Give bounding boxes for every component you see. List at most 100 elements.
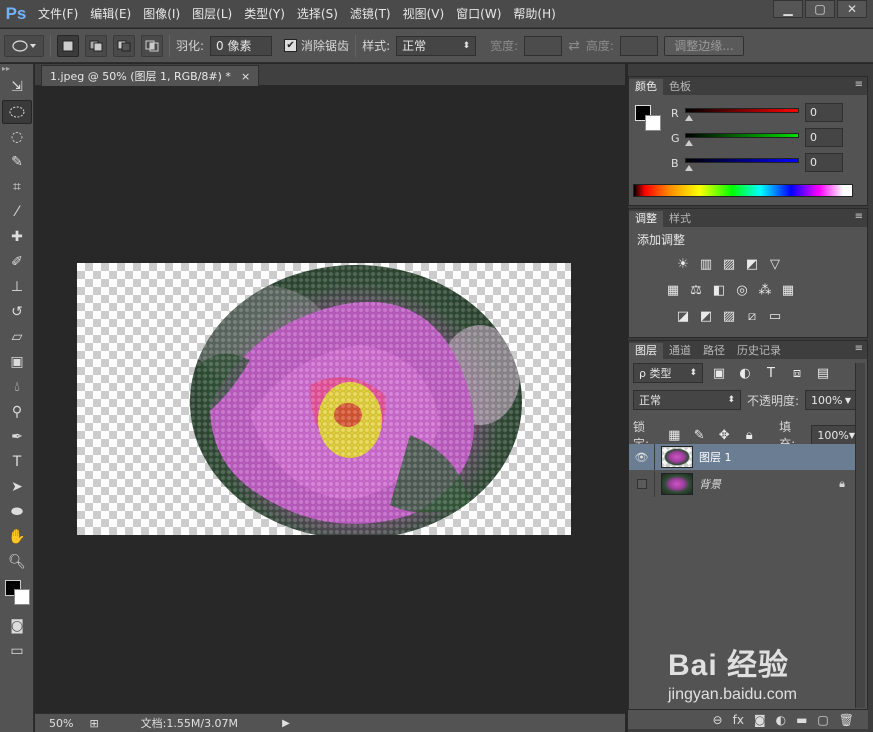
menu-window[interactable]: 窗口(W) <box>450 0 507 28</box>
lock-all-icon[interactable]: 🔒︎ <box>740 426 758 444</box>
lock-pixels-icon[interactable]: ✎ <box>690 426 708 444</box>
channel-mixer-icon[interactable]: ⁂ <box>755 281 775 299</box>
healing-brush-tool-icon[interactable]: ✚ <box>2 225 32 249</box>
curves-icon[interactable]: ▨ <box>719 255 739 273</box>
zoom-tool-icon[interactable]: 🔍︎ <box>2 550 32 574</box>
blue-track[interactable] <box>685 158 799 163</box>
intersect-selection-icon[interactable] <box>141 34 163 57</box>
canvas-area[interactable] <box>35 87 625 713</box>
fill-input[interactable]: 100% ▼ <box>811 425 861 445</box>
image-canvas[interactable] <box>77 263 571 535</box>
lock-position-icon[interactable]: ✥ <box>715 426 733 444</box>
move-tool-icon[interactable]: ⇲ <box>2 75 32 99</box>
visibility-eye-icon[interactable]: 👁︎ <box>629 444 655 470</box>
fx-icon[interactable]: fx <box>733 713 744 727</box>
clone-stamp-tool-icon[interactable]: ⊥ <box>2 275 32 299</box>
tab-color[interactable]: 颜色 <box>629 79 663 95</box>
new-layer-icon[interactable]: ▢ <box>817 713 828 727</box>
antialias-checkbox[interactable]: ✔ 消除锯齿 <box>284 37 349 54</box>
vibrance-icon[interactable]: ▽ <box>765 255 785 273</box>
link-icon[interactable]: ⊖ <box>713 713 723 727</box>
history-brush-tool-icon[interactable]: ↺ <box>2 300 32 324</box>
color-lookup-icon[interactable]: ▦ <box>778 281 798 299</box>
menu-help[interactable]: 帮助(H) <box>507 0 561 28</box>
mask-icon[interactable]: ◙ <box>754 713 766 727</box>
blue-thumb[interactable] <box>685 165 693 171</box>
path-selection-tool-icon[interactable]: ➤ <box>2 475 32 499</box>
zoom-level[interactable]: 50% <box>49 717 73 730</box>
red-value[interactable]: 0 <box>805 103 843 122</box>
panel-menu-icon[interactable]: ≡ <box>855 211 863 222</box>
hue-saturation-icon[interactable]: ▦ <box>663 281 683 299</box>
green-thumb[interactable] <box>685 140 693 146</box>
restore-button[interactable]: ▢ <box>805 0 835 18</box>
opacity-input[interactable]: 100% ▼ <box>805 390 858 410</box>
layer-filter-select[interactable]: ρ 类型 ⬍ <box>633 363 703 383</box>
tab-swatches[interactable]: 色板 <box>663 79 697 95</box>
eyedropper-tool-icon[interactable]: ⁄ <box>2 200 32 224</box>
background-color-swatch[interactable] <box>14 589 30 605</box>
blue-slider[interactable]: B 0 <box>629 153 867 177</box>
levels-icon[interactable]: ▥ <box>696 255 716 273</box>
filter-smart-object-icon[interactable]: ▤ <box>813 364 833 382</box>
invert-icon[interactable]: ◪ <box>673 307 693 325</box>
ellipse-shape-tool-icon[interactable]: ⬬ <box>2 500 32 524</box>
exposure-icon[interactable]: ◩ <box>742 255 762 273</box>
layer-name[interactable]: 背景 <box>699 476 721 492</box>
menu-file[interactable]: 文件(F) <box>32 0 84 28</box>
eraser-tool-icon[interactable]: ▱ <box>2 325 32 349</box>
black-white-icon[interactable]: ◧ <box>709 281 729 299</box>
menu-type[interactable]: 类型(Y) <box>238 0 291 28</box>
adjustment-icon[interactable]: ◐ <box>776 713 786 727</box>
menu-layer[interactable]: 图层(L) <box>186 0 238 28</box>
subtract-selection-icon[interactable] <box>113 34 135 57</box>
add-selection-icon[interactable] <box>85 34 107 57</box>
visibility-toggle-empty-icon[interactable] <box>629 471 655 497</box>
brightness-icon[interactable]: ☀ <box>673 255 693 273</box>
menu-edit[interactable]: 编辑(E) <box>84 0 137 28</box>
status-menu-arrow-icon[interactable]: ▶ <box>282 718 290 729</box>
lasso-tool-icon[interactable]: ◌ <box>2 125 32 149</box>
selective-color-icon[interactable]: ⧄ <box>742 307 762 325</box>
new-selection-icon[interactable] <box>57 34 79 57</box>
photo-filter-icon[interactable]: ◎ <box>732 281 752 299</box>
gradient-tool-icon[interactable]: ▣ <box>2 350 32 374</box>
tab-history[interactable]: 历史记录 <box>731 343 787 359</box>
document-tab[interactable]: 1.jpeg @ 50% (图层 1, RGB/8#) * × <box>41 65 260 86</box>
filter-type-icon[interactable]: T <box>761 364 781 382</box>
color-swatches[interactable] <box>2 578 32 610</box>
threshold-icon[interactable]: ▨ <box>719 307 739 325</box>
red-slider[interactable]: R 0 <box>629 103 867 127</box>
blue-value[interactable]: 0 <box>805 153 843 172</box>
tab-channels[interactable]: 通道 <box>663 343 697 359</box>
width-input[interactable] <box>524 35 563 56</box>
elliptical-marquee-tool-icon[interactable] <box>2 100 32 124</box>
color-balance-icon[interactable]: ⚖ <box>686 281 706 299</box>
tab-styles[interactable]: 样式 <box>663 211 697 227</box>
menu-view[interactable]: 视图(V) <box>397 0 451 28</box>
green-track[interactable] <box>685 133 799 138</box>
close-tab-icon[interactable]: × <box>241 70 250 83</box>
height-input[interactable] <box>619 35 658 56</box>
layer-row[interactable]: 背景 🔒︎ <box>629 471 855 497</box>
panel-menu-icon[interactable]: ≡ <box>855 79 863 90</box>
blend-mode-select[interactable]: 正常 ⬍ <box>633 390 741 410</box>
quick-mask-icon[interactable]: ◙ <box>2 614 32 638</box>
filter-shape-icon[interactable]: ⧈ <box>787 364 807 382</box>
screen-mode-icon[interactable]: ▭ <box>2 639 32 663</box>
style-select[interactable]: 正常 ⬍ <box>396 35 477 56</box>
dodge-tool-icon[interactable]: ⚲ <box>2 400 32 424</box>
layer-row[interactable]: 👁︎ 图层 1 <box>629 444 855 470</box>
filter-pixel-icon[interactable]: ▣ <box>709 364 729 382</box>
tab-paths[interactable]: 路径 <box>697 343 731 359</box>
hand-tool-icon[interactable]: ✋ <box>2 525 32 549</box>
folder-icon[interactable]: ▬ <box>796 713 807 727</box>
tab-layers[interactable]: 图层 <box>629 343 663 359</box>
panel-menu-icon[interactable]: ≡ <box>855 343 863 354</box>
collapse-arrows-icon[interactable]: ▸▸ <box>0 64 33 74</box>
tab-adjustments[interactable]: 调整 <box>629 211 663 227</box>
elliptical-marquee-preset-icon[interactable] <box>4 34 44 57</box>
menu-filter[interactable]: 滤镜(T) <box>344 0 397 28</box>
green-slider[interactable]: G 0 <box>629 128 867 152</box>
filter-adjustment-icon[interactable]: ◐ <box>735 364 755 382</box>
